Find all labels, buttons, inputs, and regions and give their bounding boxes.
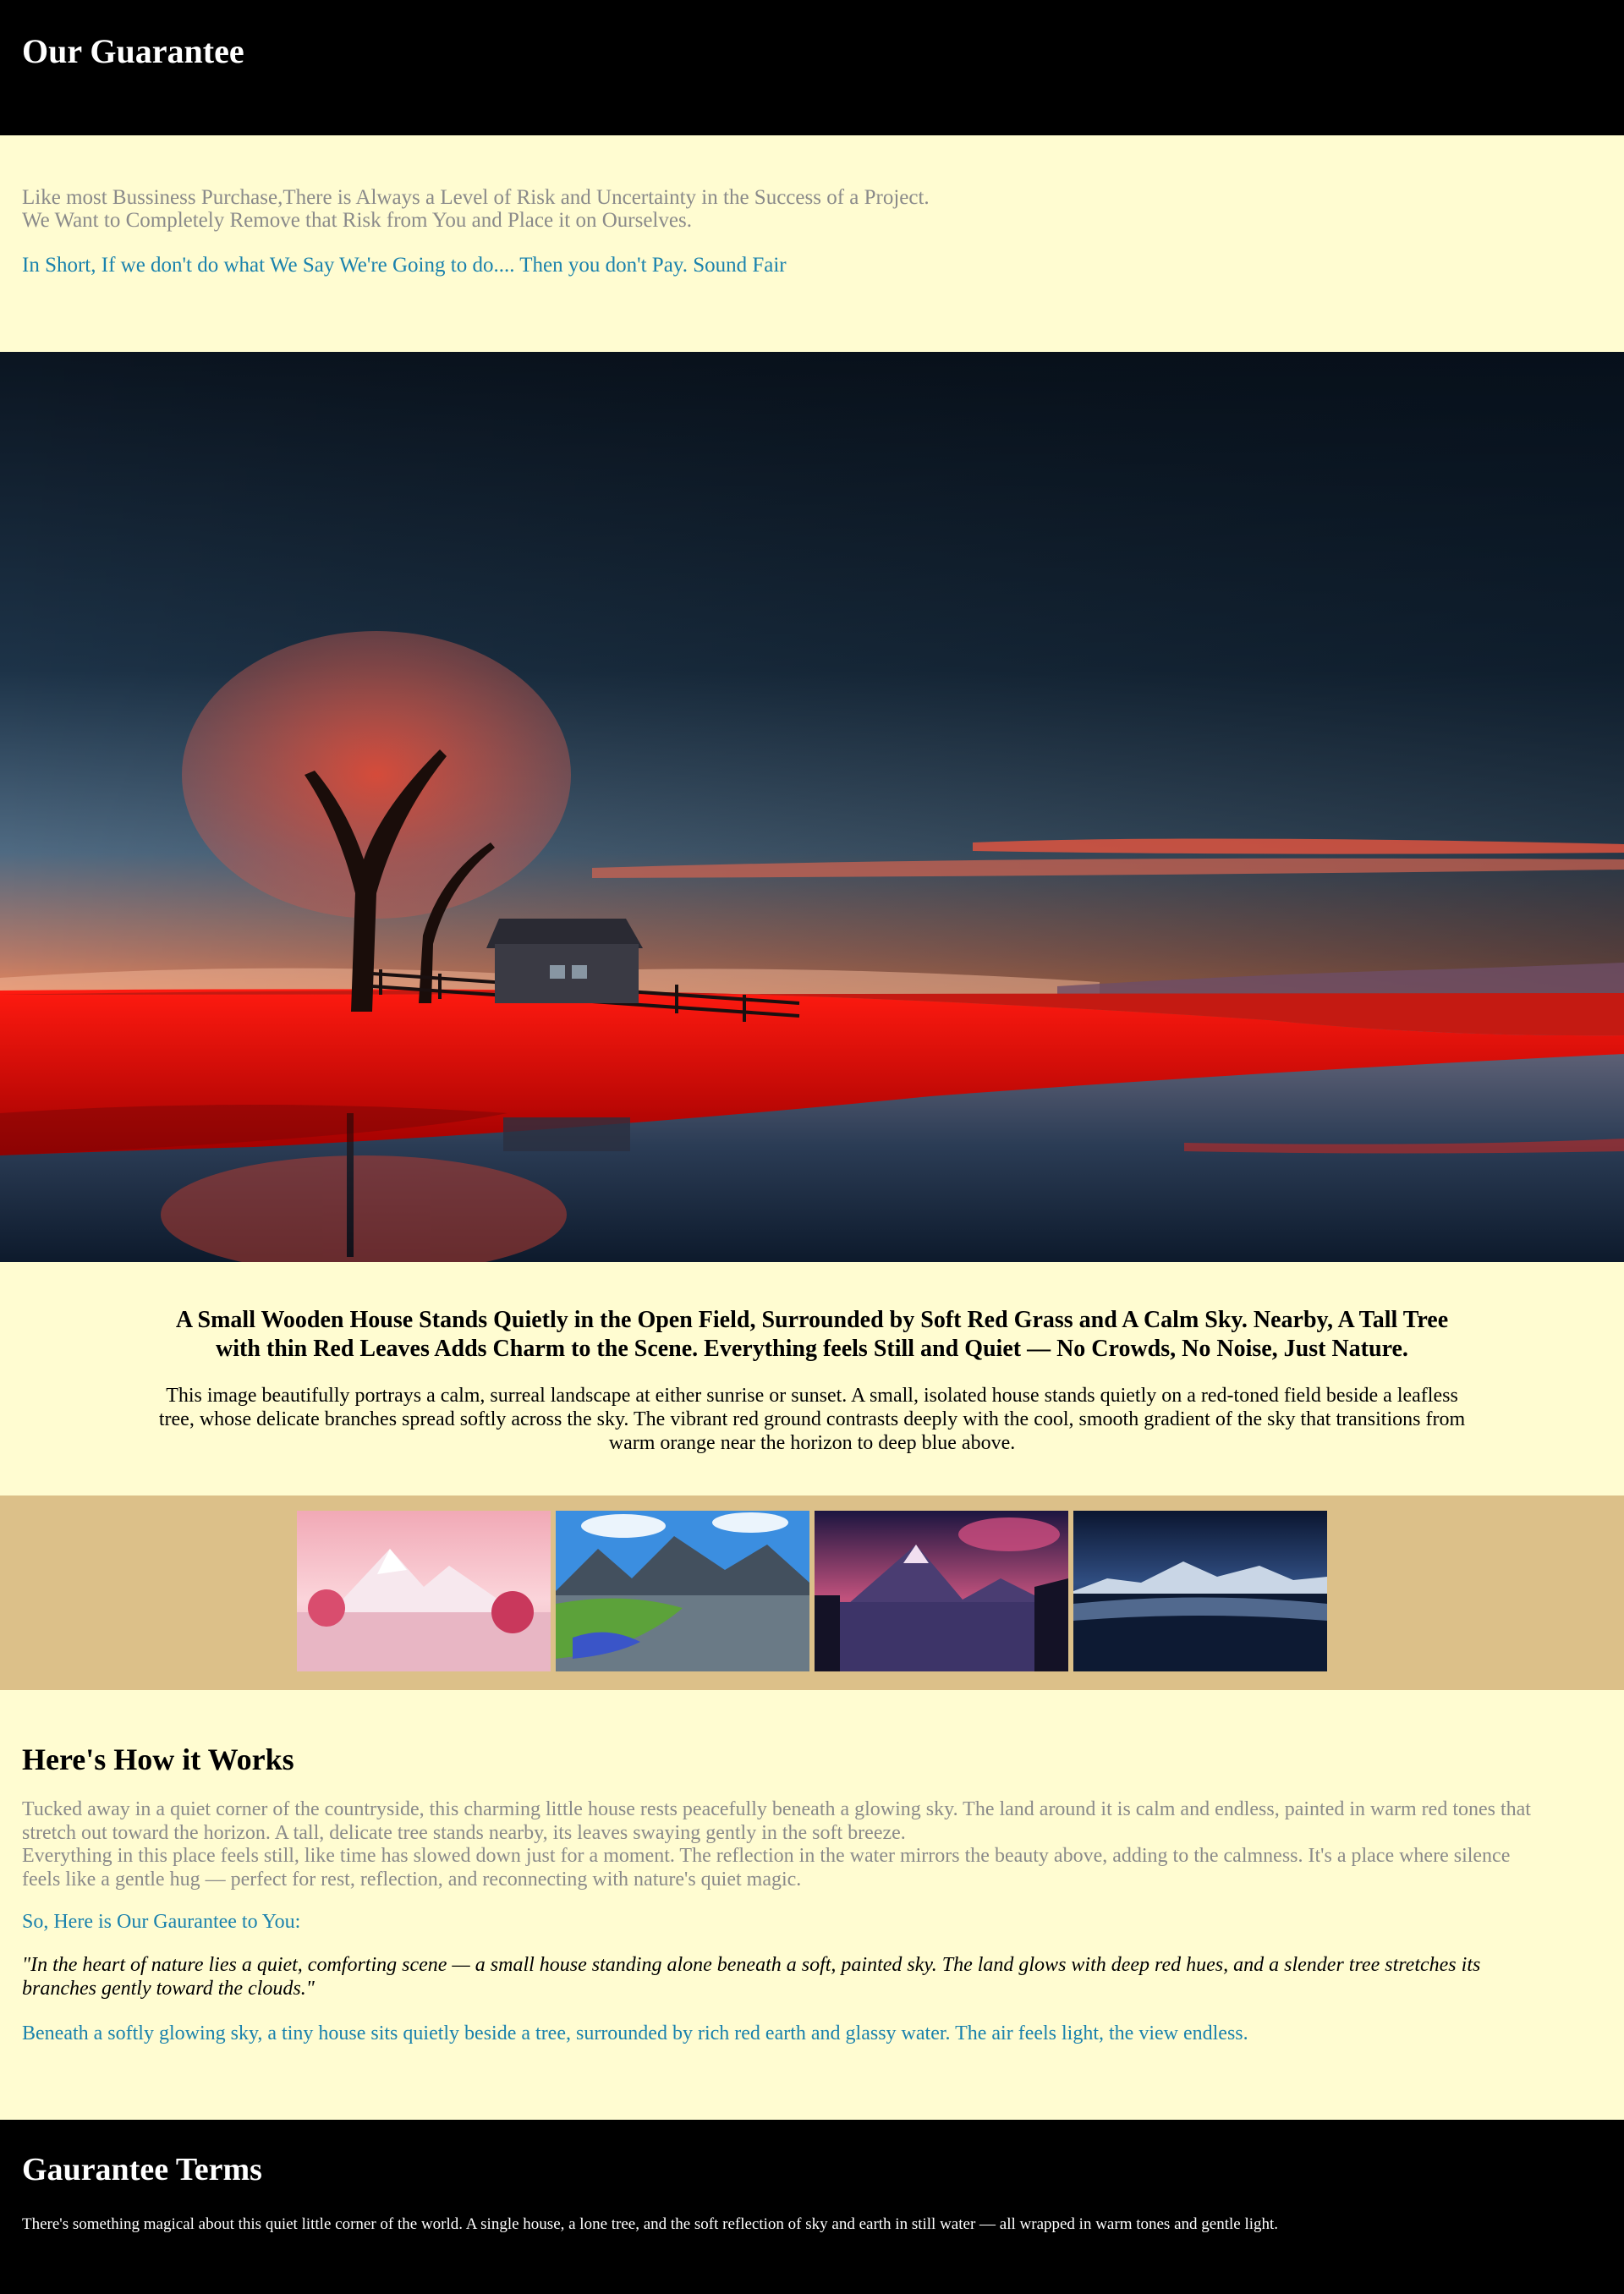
intro-line-2: We Want to Completely Remove that Risk f… [22,209,692,232]
gallery-thumb-pink-mountains[interactable] [297,1511,551,1671]
hero-image [0,352,1624,1262]
page-title: Our Guarantee [22,32,244,70]
terms-title: Gaurantee Terms [22,2152,262,2187]
intro-highlight: In Short, If we don't do what We Say We'… [22,254,787,277]
guarantee-terms-footer: Gaurantee Terms There's something magica… [0,2120,1624,2294]
gallery-thumb-blue-lake[interactable] [556,1511,809,1671]
guarantee-subheading: So, Here is Our Gaurantee to You: [22,1911,301,1933]
gallery-thumb-night-lake[interactable] [1073,1511,1327,1671]
guarantee-quote: "In the heart of nature lies a quiet, co… [22,1954,1481,2000]
description-heading: A Small Wooden House Stands Quietly in t… [175,1307,1449,1362]
page-header: Our Guarantee [0,0,1624,135]
image-description: A Small Wooden House Stands Quietly in t… [0,1262,1624,1495]
terms-text: There's something magical about this qui… [22,2215,1279,2233]
image-gallery [0,1495,1624,1690]
how-it-works-paragraph: Tucked away in a quiet corner of the cou… [22,1798,1536,1891]
guarantee-closing: Beneath a softly glowing sky, a tiny hou… [22,2022,1248,2044]
how-it-works-section: Here's How it Works Tucked away in a qui… [0,1690,1624,2120]
how-it-works-para-1: Tucked away in a quiet corner of the cou… [22,1798,1531,1844]
gallery-thumb-purple-mountains[interactable] [815,1511,1068,1671]
how-it-works-title: Here's How it Works [22,1742,294,1776]
description-body: This image beautifully portrays a calm, … [158,1385,1466,1454]
how-it-works-para-2: Everything in this place feels still, li… [22,1845,1511,1891]
intro-section: Like most Bussiness Purchase,There is Al… [0,135,1624,352]
intro-line-1: Like most Bussiness Purchase,There is Al… [22,186,930,209]
